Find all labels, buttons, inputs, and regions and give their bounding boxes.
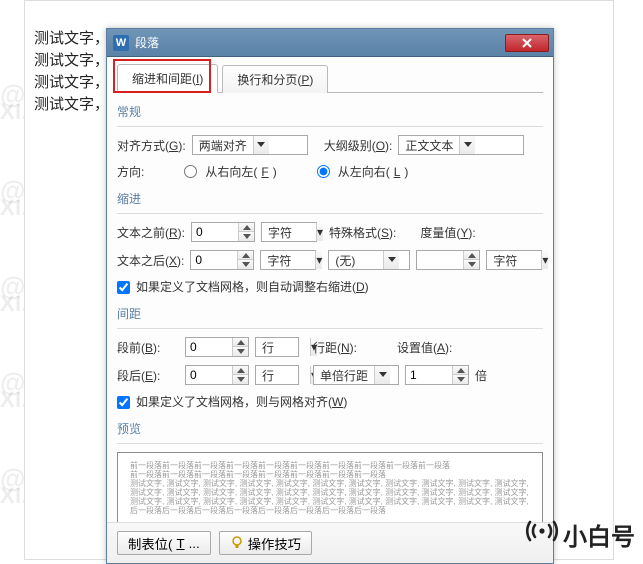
spin-up-icon	[453, 366, 468, 375]
section-spacing-title: 间距	[117, 305, 543, 322]
tab-indent-spacing[interactable]: 缩进和间距(I)	[117, 64, 218, 93]
spin-down-icon	[464, 260, 479, 269]
direction-ltr[interactable]: 从左向右(L)	[317, 163, 409, 180]
close-icon	[521, 37, 533, 49]
dialog-title: 段落	[135, 34, 505, 51]
set-value-unit: 倍	[475, 367, 487, 384]
spin-down-icon	[233, 347, 248, 356]
space-after-label: 段后(E):	[117, 367, 179, 384]
line-spacing-select[interactable]: 单倍行距	[313, 365, 399, 385]
space-before-label: 段前(B):	[117, 339, 179, 356]
direction-rtl[interactable]: 从右向左(F)	[184, 163, 276, 180]
outline-select[interactable]: 正文文本	[398, 135, 524, 155]
section-indent-title: 缩进	[117, 190, 543, 207]
chevron-down-icon[interactable]	[374, 366, 390, 384]
measure-label: 度量值(Y):	[420, 224, 475, 241]
indent-after-unit[interactable]: 字符▾	[260, 250, 316, 270]
measure-input[interactable]	[416, 250, 480, 270]
indent-before-input[interactable]	[191, 222, 255, 242]
spacing-grid-checkbox[interactable]: 如果定义了文档网格，则与网格对齐(W)	[117, 393, 347, 410]
dropdown-plus-icon[interactable]: ▾	[315, 251, 322, 269]
indent-after-label: 文本之后(X):	[117, 252, 184, 269]
spin-up-icon	[233, 366, 248, 375]
spin-down-icon	[239, 232, 254, 241]
section-general-title: 常规	[117, 103, 543, 120]
direction-label: 方向:	[117, 163, 144, 180]
indent-grid-checkbox[interactable]: 如果定义了文档网格，则自动调整右缩进(D)	[117, 278, 369, 295]
measure-unit[interactable]: 字符▾	[486, 250, 542, 270]
set-value-label: 设置值(A):	[397, 339, 452, 356]
close-button[interactable]	[505, 34, 549, 52]
indent-after-input[interactable]	[190, 250, 254, 270]
spin-up-icon	[233, 338, 248, 347]
space-before-unit[interactable]: 行▾	[255, 337, 299, 357]
spin-up-icon	[464, 251, 479, 260]
line-spacing-label: 行距(N):	[313, 339, 357, 356]
align-select[interactable]: 两端对齐	[192, 135, 308, 155]
section-preview-title: 预览	[117, 420, 543, 437]
chevron-down-icon[interactable]	[459, 136, 475, 154]
outline-label: 大纲级别(O):	[324, 137, 393, 154]
indent-before-label: 文本之前(R):	[117, 224, 185, 241]
special-select[interactable]: (无)	[328, 250, 410, 270]
spin-up-icon	[238, 251, 253, 260]
spin-down-icon	[453, 375, 468, 384]
dropdown-plus-icon[interactable]: ▾	[541, 251, 548, 269]
tab-line-page-breaks[interactable]: 换行和分页(P)	[222, 65, 328, 93]
tabs: 缩进和间距(I) 换行和分页(P)	[117, 65, 543, 93]
paragraph-dialog: W 段落 缩进和间距(I) 换行和分页(P) 常规 对齐方式(G): 两端对齐 …	[106, 28, 554, 564]
app-icon: W	[113, 35, 129, 51]
lightbulb-icon	[230, 536, 244, 550]
space-after-unit[interactable]: 行▾	[255, 365, 299, 385]
tabstops-button[interactable]: 制表位(T...	[117, 531, 211, 555]
space-before-input[interactable]	[185, 337, 249, 357]
spin-up-icon	[239, 223, 254, 232]
titlebar[interactable]: W 段落	[107, 29, 553, 57]
chevron-down-icon[interactable]	[253, 136, 269, 154]
dropdown-plus-icon[interactable]: ▾	[316, 223, 323, 241]
spin-down-icon	[233, 375, 248, 384]
chevron-down-icon[interactable]	[383, 251, 399, 269]
spin-down-icon	[238, 260, 253, 269]
align-label: 对齐方式(G):	[117, 137, 186, 154]
dialog-footer: 制表位(T... 操作技巧	[107, 522, 553, 563]
indent-before-unit[interactable]: 字符▾	[261, 222, 317, 242]
tips-button[interactable]: 操作技巧	[219, 531, 312, 555]
space-after-input[interactable]	[185, 365, 249, 385]
special-label: 特殊格式(S):	[329, 224, 396, 241]
set-value-input[interactable]	[405, 365, 469, 385]
